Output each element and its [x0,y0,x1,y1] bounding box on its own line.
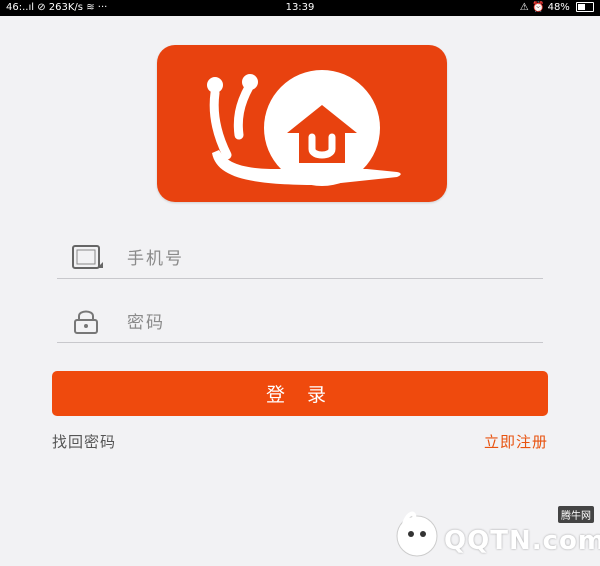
password-input[interactable] [125,308,529,338]
battery-icon [576,2,594,12]
lock-icon [71,308,105,340]
register-link[interactable]: 立即注册 [484,431,548,452]
watermark: QQTN.com 腾牛网 [394,506,600,560]
snail-house-logo-icon [207,70,401,186]
status-right: ⚠ ⏰ 48% [520,2,594,13]
phone-input[interactable] [125,244,529,274]
alarm-muted-icon: ⚠ [519,2,529,13]
forgot-password-link[interactable]: 找回密码 [52,431,116,452]
status-time: 13:39 [285,2,315,13]
alarm-icon: ⏰ [531,2,545,13]
status-bar: 46:..ıl ⊘ 263K/s ≋ ··· 13:39 ⚠ ⏰ 48% [0,0,600,16]
qqtn-logo-icon [396,511,438,557]
watermark-badge: 腾牛网 [558,506,594,523]
app-logo [157,45,447,202]
watermark-text: QQTN.com [444,526,600,556]
phone-icon [71,244,105,276]
password-field [57,302,543,343]
phone-field [57,238,543,279]
battery-percent: 48% [547,2,570,13]
login-button[interactable]: 登 录 [52,371,548,416]
